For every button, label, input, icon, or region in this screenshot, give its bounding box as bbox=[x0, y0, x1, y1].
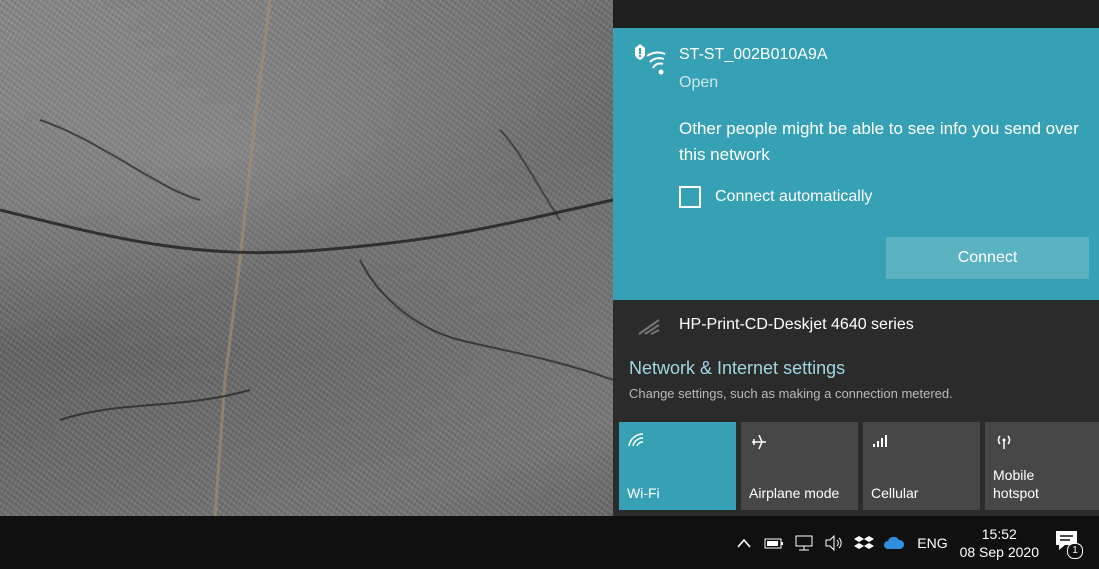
hotspot-icon bbox=[993, 432, 1015, 455]
clock[interactable]: 15:52 08 Sep 2020 bbox=[960, 526, 1039, 560]
network-list-item[interactable]: HP-Print-CD-Deskjet 4640 series bbox=[613, 306, 1099, 346]
flyout-top-strip bbox=[613, 0, 1099, 28]
taskbar: ENG 15:52 08 Sep 2020 1 bbox=[0, 516, 1099, 569]
quick-action-label: Wi-Fi bbox=[627, 485, 660, 501]
network-settings-link[interactable]: Network & Internet settings bbox=[629, 358, 845, 379]
input-language[interactable]: ENG bbox=[917, 535, 947, 551]
security-warning: Other people might be able to see info y… bbox=[679, 119, 1079, 164]
network-icon[interactable] bbox=[792, 531, 816, 555]
signal-bars-icon bbox=[871, 432, 891, 453]
quick-action-label: Cellular bbox=[871, 485, 919, 501]
quick-actions: Wi-Fi Airplane mode Cellular Mobile hots… bbox=[619, 422, 1099, 510]
wifi-signal-icon bbox=[633, 314, 663, 341]
clock-date: 08 Sep 2020 bbox=[959, 543, 1039, 560]
airplane-icon bbox=[749, 432, 769, 457]
wifi-icon bbox=[627, 432, 647, 453]
connect-automatically-option[interactable]: Connect automatically bbox=[679, 186, 872, 208]
battery-icon[interactable] bbox=[762, 531, 786, 555]
network-name: HP-Print-CD-Deskjet 4640 series bbox=[679, 316, 914, 333]
rock-cracks bbox=[0, 0, 613, 516]
network-flyout: ST-ST_002B010A9A Open Other people might… bbox=[613, 0, 1099, 516]
chevron-up-icon[interactable] bbox=[732, 531, 756, 555]
quick-action-mobile-hotspot[interactable]: Mobile hotspot bbox=[985, 422, 1099, 510]
clock-time: 15:52 bbox=[981, 525, 1017, 542]
connect-automatically-checkbox[interactable] bbox=[679, 186, 701, 208]
network-name: ST-ST_002B010A9A bbox=[679, 46, 828, 63]
quick-action-airplane-mode[interactable]: Airplane mode bbox=[741, 422, 858, 510]
system-tray: ENG 15:52 08 Sep 2020 1 bbox=[729, 516, 1099, 569]
quick-action-wifi[interactable]: Wi-Fi bbox=[619, 422, 736, 510]
quick-action-label: Airplane mode bbox=[749, 485, 840, 501]
connect-automatically-label: Connect automatically bbox=[715, 188, 873, 205]
dropbox-icon[interactable] bbox=[852, 531, 876, 555]
volume-icon[interactable] bbox=[822, 531, 846, 555]
notification-count-badge: 1 bbox=[1067, 542, 1083, 559]
action-center-button[interactable]: 1 bbox=[1053, 527, 1085, 559]
network-settings-description: Change settings, such as making a connec… bbox=[629, 386, 953, 401]
onedrive-cloud-icon[interactable] bbox=[882, 531, 906, 555]
connect-button[interactable]: Connect bbox=[886, 237, 1089, 279]
quick-action-cellular[interactable]: Cellular bbox=[863, 422, 980, 510]
network-status: Open bbox=[679, 74, 719, 91]
selected-network-panel[interactable]: ST-ST_002B010A9A Open Other people might… bbox=[613, 28, 1099, 300]
quick-action-label: Mobile hotspot bbox=[993, 467, 1039, 501]
wifi-shield-warning-icon bbox=[631, 42, 667, 83]
